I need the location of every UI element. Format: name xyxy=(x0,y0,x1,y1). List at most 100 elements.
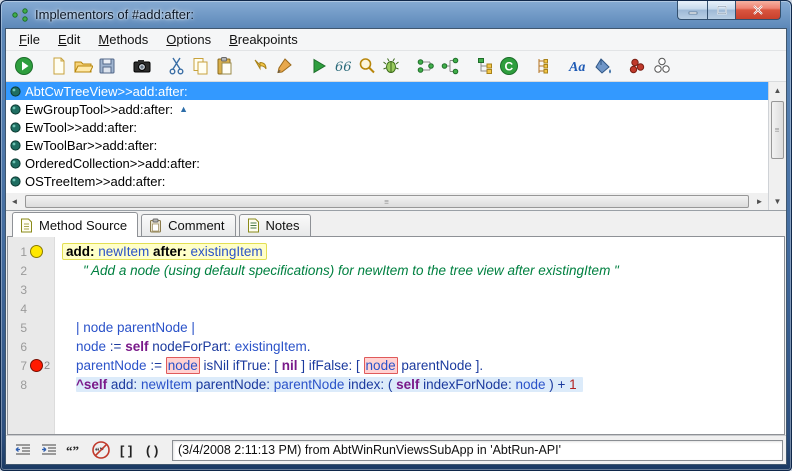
code-token: newItem xyxy=(141,377,192,392)
add-quotes-icon[interactable]: “” xyxy=(63,439,87,461)
instances-outline-icon[interactable] xyxy=(650,54,674,78)
client-area: File Edit Methods Options Breakpoints 66 xyxy=(5,28,787,465)
copy-icon[interactable] xyxy=(189,54,213,78)
code-token: self xyxy=(396,377,419,392)
paste-icon[interactable] xyxy=(213,54,237,78)
svg-text:[ ]: [ ] xyxy=(120,443,132,458)
method-sphere-icon xyxy=(10,104,21,115)
menu-bar: File Edit Methods Options Breakpoints xyxy=(6,29,786,51)
open-folder-icon[interactable] xyxy=(71,54,95,78)
new-document-icon[interactable] xyxy=(47,54,71,78)
save-icon[interactable] xyxy=(95,54,119,78)
code-token: := xyxy=(106,339,125,354)
graph-nodes-icon[interactable] xyxy=(414,54,438,78)
code-line[interactable]: parentNode := node isNil ifTrue: [ nil ]… xyxy=(55,356,784,375)
code-line[interactable]: | node parentNode | xyxy=(55,318,784,337)
list-item[interactable]: AbtCwTreeView>>add:after: xyxy=(6,82,768,100)
close-button[interactable] xyxy=(735,1,781,20)
vertical-scrollbar[interactable]: ▲ ≡ ▼ xyxy=(769,82,786,210)
flagged-token: node xyxy=(364,357,398,374)
line-number: 2 xyxy=(8,264,27,278)
scroll-left-icon[interactable]: ◄ xyxy=(6,193,23,210)
maximize-button[interactable] xyxy=(707,1,735,20)
scroll-right-icon[interactable]: ► xyxy=(751,193,768,210)
method-sphere-icon xyxy=(10,86,21,97)
line-number: 1 xyxy=(8,245,27,259)
status-text: (3/4/2008 2:11:13 PM) from AbtWinRunView… xyxy=(178,443,561,457)
code-line[interactable]: ^self add: newItem parentNode: parentNod… xyxy=(55,375,784,394)
tab-bar: Method Source Comment Notes xyxy=(6,211,786,236)
list-item[interactable]: OSTreeItem>>add:after: xyxy=(6,172,768,190)
svg-text:“”: “” xyxy=(66,443,79,458)
run-icon[interactable] xyxy=(12,54,36,78)
cut-icon[interactable] xyxy=(165,54,189,78)
horizontal-scrollbar[interactable]: ◄ ≡ ► xyxy=(6,193,768,210)
code-token: parentNode xyxy=(274,377,345,392)
code-line[interactable] xyxy=(55,280,784,299)
instances-red-icon[interactable] xyxy=(626,54,650,78)
category-icon[interactable]: C xyxy=(497,54,521,78)
red-breakpoint-icon[interactable] xyxy=(30,359,43,372)
code-token: after: xyxy=(153,244,187,259)
vertical-scroll-thumb[interactable]: ≡ xyxy=(771,101,784,159)
code-token: self xyxy=(125,339,148,354)
search-icon[interactable] xyxy=(355,54,379,78)
code-area[interactable]: add: newItem after: existingItem " Add a… xyxy=(55,237,784,434)
debug-icon[interactable] xyxy=(379,54,403,78)
code-line[interactable]: node := self nodeForPart: existingItem. xyxy=(55,337,784,356)
code-line[interactable]: " Add a node (using default specificatio… xyxy=(55,261,784,280)
code-token: add: xyxy=(66,244,95,259)
outline-list-icon[interactable] xyxy=(532,54,556,78)
scroll-up-icon[interactable]: ▲ xyxy=(769,82,786,99)
code-token: existingItem xyxy=(187,244,263,259)
browse-senders-icon[interactable]: 66 xyxy=(331,54,355,78)
brackets-icon[interactable]: [ ] xyxy=(115,439,139,461)
yellow-breakpoint-icon[interactable] xyxy=(30,245,43,258)
graph-branch-icon[interactable] xyxy=(438,54,462,78)
menu-breakpoints[interactable]: Breakpoints xyxy=(220,30,307,49)
remove-quotes-icon[interactable]: “” xyxy=(89,439,113,461)
code-token: := xyxy=(147,358,166,373)
indent-icon[interactable] xyxy=(37,439,61,461)
parentheses-icon[interactable]: ( ) xyxy=(141,439,165,461)
tree-view-icon[interactable] xyxy=(473,54,497,78)
code-line[interactable] xyxy=(55,299,784,318)
menu-file[interactable]: File xyxy=(10,30,49,49)
breakpoint-marker[interactable]: 2 xyxy=(27,359,53,372)
status-text-field[interactable]: (3/4/2008 2:11:13 PM) from AbtWinRunView… xyxy=(172,440,783,461)
execute-icon[interactable] xyxy=(307,54,331,78)
tab-comment[interactable]: Comment xyxy=(141,214,235,236)
camera-icon[interactable] xyxy=(130,54,154,78)
code-token: existingItem xyxy=(235,339,307,354)
list-item-label: EwTool>>add:after: xyxy=(25,120,137,135)
horizontal-scroll-thumb[interactable]: ≡ xyxy=(25,195,749,208)
menu-methods[interactable]: Methods xyxy=(89,30,157,49)
method-sphere-icon xyxy=(10,140,21,151)
list-item-label: EwToolBar>>add:after: xyxy=(25,138,157,153)
code-line[interactable]: add: newItem after: existingItem xyxy=(55,242,784,261)
list-item[interactable]: EwGroupTool>>add:after: ▲ xyxy=(6,100,768,118)
font-icon[interactable]: Aa xyxy=(567,54,591,78)
line-number: 6 xyxy=(8,340,27,354)
list-item-label: OSTreeItem>>add:after: xyxy=(25,174,165,189)
method-source-editor[interactable]: 1 2 3 4 5 6 72 8 add: newItem after: exi… xyxy=(7,236,785,435)
pen-icon[interactable] xyxy=(272,54,296,78)
fill-color-icon[interactable] xyxy=(591,54,615,78)
title-bar[interactable]: Implementors of #add:after: xyxy=(5,1,787,28)
editor-gutter: 1 2 3 4 5 6 72 8 xyxy=(8,237,55,434)
scroll-down-icon[interactable]: ▼ xyxy=(769,193,786,210)
outdent-icon[interactable] xyxy=(11,439,35,461)
clipboard-icon xyxy=(149,218,163,233)
menu-options[interactable]: Options xyxy=(157,30,220,49)
list-item[interactable]: EwTool>>add:after: xyxy=(6,118,768,136)
breakpoint-marker[interactable] xyxy=(27,245,53,258)
code-token: parentNode: xyxy=(192,377,274,392)
tab-notes[interactable]: Notes xyxy=(239,214,311,236)
minimize-button[interactable] xyxy=(677,1,707,20)
undo-icon[interactable] xyxy=(248,54,272,78)
svg-text:( ): ( ) xyxy=(146,443,158,458)
menu-edit[interactable]: Edit xyxy=(49,30,89,49)
list-item[interactable]: EwToolBar>>add:after: xyxy=(6,136,768,154)
tab-method-source[interactable]: Method Source xyxy=(12,212,138,237)
list-item[interactable]: OrderedCollection>>add:after: xyxy=(6,154,768,172)
